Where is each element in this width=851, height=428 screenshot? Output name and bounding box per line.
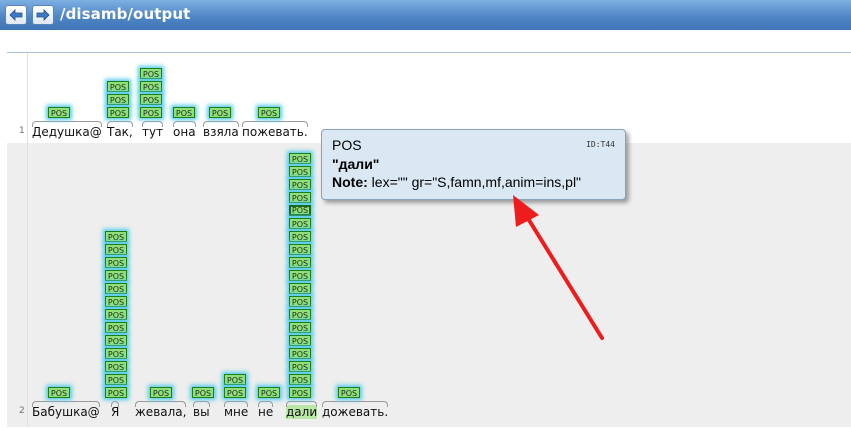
red-arrow-icon: [513, 195, 604, 340]
